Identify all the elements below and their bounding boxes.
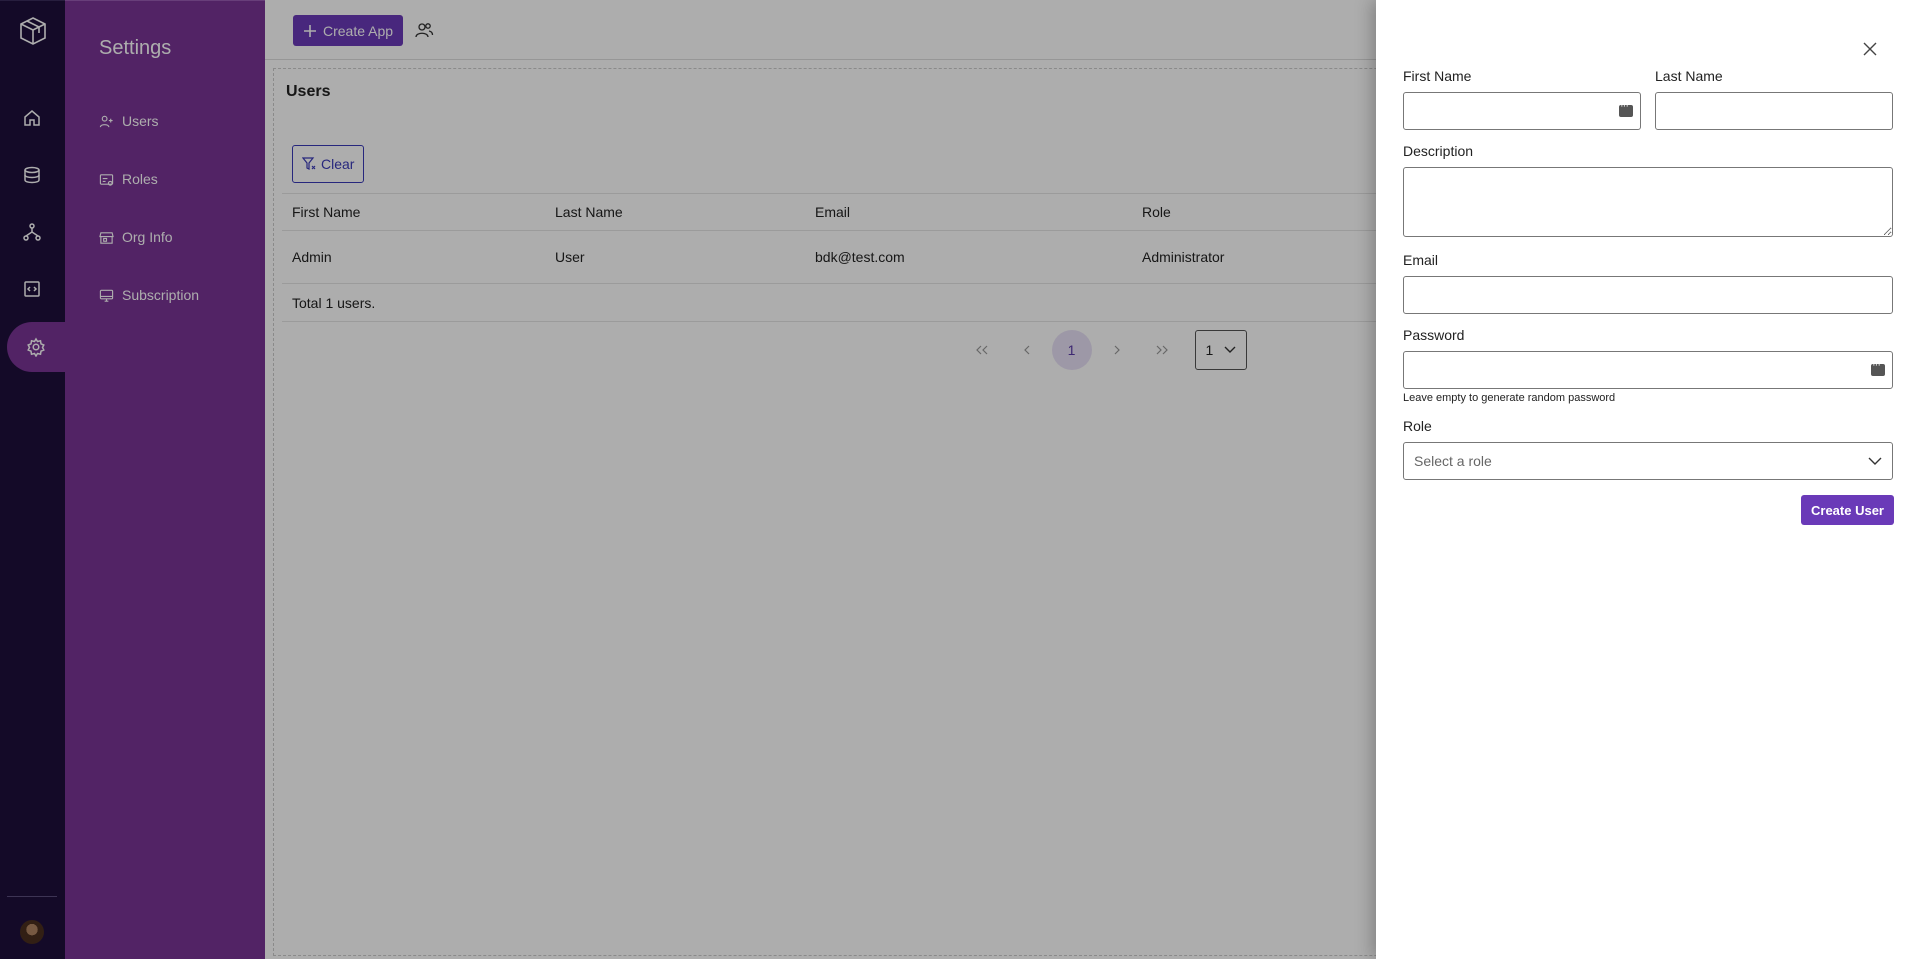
chevron-down-icon bbox=[1868, 457, 1882, 465]
password-field[interactable] bbox=[1403, 351, 1893, 389]
password-label: Password bbox=[1403, 327, 1465, 343]
description-field[interactable] bbox=[1403, 167, 1893, 237]
email-input[interactable] bbox=[1404, 277, 1892, 313]
description-label: Description bbox=[1403, 143, 1474, 159]
email-field[interactable] bbox=[1403, 276, 1893, 314]
role-select[interactable]: Select a role bbox=[1403, 442, 1893, 480]
close-icon[interactable] bbox=[1861, 40, 1879, 58]
email-label: Email bbox=[1403, 252, 1439, 268]
password-manager-icon[interactable] bbox=[1619, 100, 1633, 117]
password-hint: Leave empty to generate random password bbox=[1403, 392, 1616, 404]
role-placeholder: Select a role bbox=[1414, 453, 1492, 469]
modal-overlay[interactable] bbox=[0, 0, 1376, 959]
last-name-field[interactable] bbox=[1655, 92, 1893, 130]
last-name-label: Last Name bbox=[1655, 68, 1723, 84]
last-name-input[interactable] bbox=[1656, 93, 1892, 129]
create-user-button[interactable]: Create User bbox=[1801, 495, 1894, 525]
app-root: Settings Users Roles Org Info Subscripti… bbox=[0, 0, 1917, 959]
password-input[interactable] bbox=[1404, 352, 1892, 388]
role-label: Role bbox=[1403, 418, 1432, 434]
first-name-label: First Name bbox=[1403, 68, 1472, 84]
description-textarea[interactable] bbox=[1404, 168, 1892, 236]
first-name-input[interactable] bbox=[1404, 93, 1640, 129]
create-user-drawer: First Name Last Name Description Email P… bbox=[1376, 0, 1917, 959]
password-manager-icon[interactable] bbox=[1871, 359, 1885, 376]
first-name-field[interactable] bbox=[1403, 92, 1641, 130]
